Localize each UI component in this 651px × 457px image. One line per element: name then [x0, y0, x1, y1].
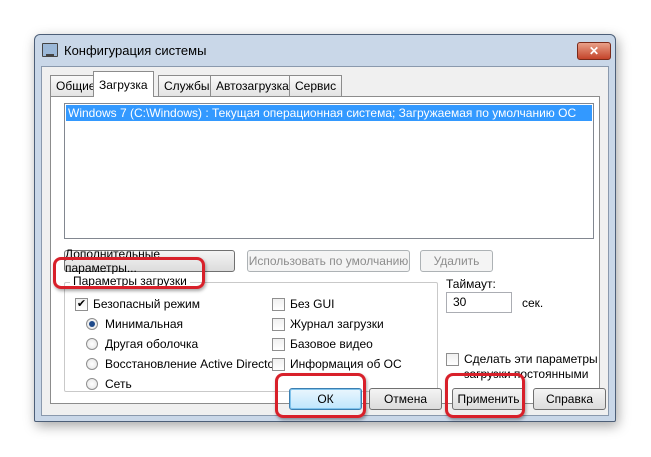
boot-log-label: Журнал загрузки	[290, 317, 384, 331]
tab-startup[interactable]: Автозагрузка	[210, 75, 295, 96]
radio-alternate-shell-label: Другая оболочка	[105, 337, 199, 351]
window-title: Конфигурация системы	[64, 43, 207, 58]
system-configuration-window: Конфигурация системы ✕ Общие Загрузка Сл…	[34, 34, 616, 422]
tab-boot[interactable]: Загрузка	[93, 71, 154, 97]
tab-label: Общие	[56, 79, 96, 93]
radio-network-label: Сеть	[105, 377, 132, 391]
button-label: Отмена	[383, 392, 428, 406]
tab-label: Загрузка	[99, 77, 148, 92]
tab-label: Службы	[164, 79, 210, 93]
tab-label: Сервис	[295, 79, 337, 93]
safe-boot-checkbox[interactable]: ✔	[75, 298, 88, 311]
tab-tools[interactable]: Сервис	[289, 75, 343, 96]
radio-minimal[interactable]	[86, 318, 98, 330]
radio-alternate-shell[interactable]	[86, 338, 98, 350]
os-list[interactable]: Windows 7 (C:\Windows) : Текущая операци…	[64, 103, 594, 239]
make-permanent-checkbox[interactable]	[446, 353, 459, 366]
timeout-input[interactable]: 30	[446, 292, 512, 313]
safe-boot-label: Безопасный режим	[93, 297, 200, 311]
annotation-ring-apply	[445, 373, 525, 418]
button-label: Использовать по умолчанию	[248, 254, 409, 268]
help-button[interactable]: Справка	[533, 388, 606, 410]
close-icon: ✕	[588, 44, 600, 58]
tab-services[interactable]: Службы	[158, 75, 216, 96]
no-gui-checkbox[interactable]	[272, 298, 285, 311]
delete-button[interactable]: Удалить	[420, 250, 493, 272]
radio-network[interactable]	[86, 378, 98, 390]
radio-minimal-label: Минимальная	[105, 317, 184, 331]
timeout-unit-label: сек.	[522, 296, 544, 310]
cancel-button[interactable]: Отмена	[369, 388, 442, 410]
os-list-item-selected[interactable]: Windows 7 (C:\Windows) : Текущая операци…	[66, 105, 592, 121]
no-gui-label: Без GUI	[290, 297, 335, 311]
button-label: Справка	[545, 392, 594, 406]
set-as-default-button[interactable]: Использовать по умолчанию	[247, 250, 410, 272]
make-permanent-label-line1: Сделать эти параметры	[464, 352, 598, 366]
dialog-client-area: Общие Загрузка Службы Автозагрузка Серви…	[41, 66, 609, 416]
title-bar[interactable]: Конфигурация системы ✕	[35, 35, 615, 65]
button-label: Удалить	[433, 254, 480, 268]
annotation-ring-safe-boot	[53, 257, 205, 289]
msconfig-app-icon	[42, 43, 58, 57]
os-boot-info-label: Информация об ОС	[290, 357, 402, 371]
annotation-ring-ok	[275, 373, 366, 418]
timeout-label: Таймаут:	[446, 277, 496, 291]
checkmark-icon: ✔	[76, 298, 87, 310]
tab-label: Автозагрузка	[216, 79, 289, 93]
base-video-label: Базовое видео	[290, 337, 373, 351]
radio-ad-repair-label: Восстановление Active Directory	[105, 357, 285, 371]
base-video-checkbox[interactable]	[272, 338, 285, 351]
os-boot-info-checkbox[interactable]	[272, 358, 285, 371]
boot-tab-panel: Windows 7 (C:\Windows) : Текущая операци…	[50, 96, 600, 404]
close-button[interactable]: ✕	[577, 42, 611, 60]
radio-ad-repair[interactable]	[86, 358, 98, 370]
boot-log-checkbox[interactable]	[272, 318, 285, 331]
